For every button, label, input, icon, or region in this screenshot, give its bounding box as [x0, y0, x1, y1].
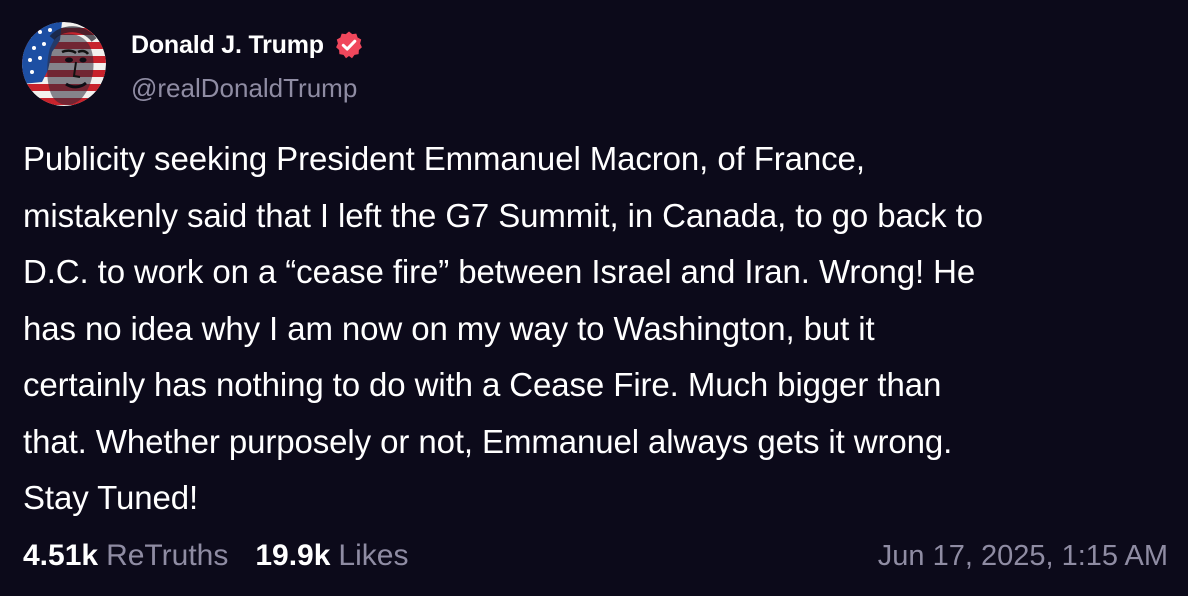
post-body: Publicity seeking President Emmanuel Mac… — [23, 131, 1173, 527]
author-name-row: Donald J. Trump — [131, 28, 364, 62]
post-body-line: mistakenly said that I left the G7 Summi… — [23, 196, 983, 234]
post-timestamp[interactable]: Jun 17, 2025, 1:15 AM — [878, 540, 1168, 573]
avatar[interactable] — [22, 22, 106, 106]
post-body-line: has no idea why I am now on my way to Wa… — [23, 309, 875, 347]
post-body-line: that. Whether purposely or not, Emmanuel… — [23, 422, 953, 460]
post-card: Donald J. Trump @realDonaldTrump Publici… — [0, 0, 1188, 596]
avatar-image — [22, 22, 106, 106]
post-body-line: Stay Tuned! — [23, 479, 199, 516]
author-display-name[interactable]: Donald J. Trump — [131, 31, 324, 60]
likes-stat[interactable]: 19.9k Likes — [255, 539, 408, 573]
likes-label: Likes — [338, 539, 409, 572]
retruths-count: 4.51k — [23, 539, 99, 572]
post-footer: 4.51k ReTruths 19.9k Likes Jun 17, 2025,… — [23, 535, 1168, 577]
retruths-label: ReTruths — [106, 539, 229, 572]
author-handle[interactable]: @realDonaldTrump — [131, 73, 357, 104]
post-body-line: Publicity seeking President Emmanuel Mac… — [23, 140, 865, 177]
post-body-line: certainly has nothing to do with a Cease… — [23, 366, 942, 403]
verified-badge-icon — [334, 30, 364, 60]
post-body-line: D.C. to work on a “cease fire” between I… — [23, 253, 976, 290]
retruths-stat[interactable]: 4.51k ReTruths — [23, 539, 228, 573]
likes-count: 19.9k — [255, 539, 331, 572]
